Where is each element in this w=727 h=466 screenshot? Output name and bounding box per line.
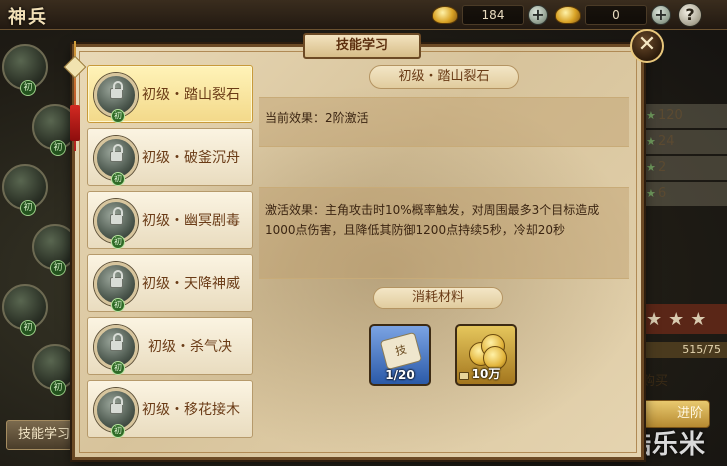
- skill-item[interactable]: 初 初级・移花接木: [87, 380, 253, 438]
- currency-ingot: 184 +: [432, 4, 548, 26]
- skill-item[interactable]: 初 初级・杀气决: [87, 317, 253, 375]
- grade-badge: 初: [111, 361, 125, 375]
- grade-badge: 初: [20, 80, 36, 96]
- skill-item[interactable]: 初 初级・幽冥剧毒: [87, 191, 253, 249]
- grade-badge: 初: [50, 140, 66, 156]
- stat-row: ★ 2: [644, 156, 727, 180]
- grade-badge: 初: [20, 320, 36, 336]
- skill-name: 初级・移花接木: [142, 402, 240, 418]
- locked-skill-icon: 初: [94, 199, 138, 249]
- lock-icon: [110, 333, 123, 351]
- locked-skill-icon: 初: [94, 73, 138, 123]
- grade-badge: 初: [111, 235, 125, 249]
- lock-icon: [110, 144, 123, 162]
- progress-text: 515/75: [640, 342, 727, 358]
- skill-name: 初级・天降神威: [142, 276, 240, 292]
- add-currency-button[interactable]: +: [528, 5, 548, 25]
- top-bar: 神兵 184 + 0 + ?: [0, 0, 727, 30]
- lock-icon: [110, 81, 123, 99]
- grade-badge: 初: [111, 109, 125, 123]
- grade-badge: 初: [111, 298, 125, 312]
- skill-name: 初级・踏山裂石: [142, 87, 240, 103]
- gold-ingot-icon: [555, 6, 581, 24]
- star-icon: ★: [646, 187, 656, 200]
- skill-scroll-icon: 技: [379, 331, 423, 371]
- currency-amount: 184: [462, 5, 524, 25]
- locked-skill-icon: 初: [94, 388, 138, 438]
- background-skill-orb: 初: [2, 44, 48, 96]
- skill-item[interactable]: 初 初级・踏山裂石: [87, 65, 253, 123]
- background-skill-orb: 初: [2, 164, 48, 216]
- buy-link: 购买: [642, 374, 669, 389]
- help-icon[interactable]: ?: [678, 3, 702, 27]
- skill-item[interactable]: 初 初级・破釜沉舟: [87, 128, 253, 186]
- star-icon: ★: [646, 161, 656, 174]
- star-icon: ★: [668, 308, 685, 330]
- currency-amount: 0: [585, 5, 647, 25]
- locked-skill-icon: 初: [94, 325, 138, 375]
- currency-bound-ingot: 0 +: [555, 4, 671, 26]
- stat-row: ★ 6: [644, 182, 727, 206]
- activation-effect: 激活效果：主角攻击时10%概率触发，对周围最多3个目标造成1000点伤害，且降低…: [259, 187, 629, 279]
- skill-item[interactable]: 初 初级・天降神威: [87, 254, 253, 312]
- material-count: 10万: [471, 367, 501, 381]
- star-icon: ★: [646, 109, 656, 122]
- star-icon: ★: [646, 135, 656, 148]
- background-stats-column: ★ 120 ★ 24 ★ 2 ★ 6 ★ ★ ★ 515/75 购买 进阶: [640, 34, 727, 466]
- skill-detail-panel: 初级・踏山裂石 当前效果：2阶激活 激活效果：主角攻击时10%概率触发，对周围最…: [259, 59, 629, 445]
- lock-icon: [110, 270, 123, 288]
- stat-row: ★ 24: [644, 130, 727, 154]
- skill-name: 初级・杀气决: [148, 339, 232, 355]
- materials-label: 消耗材料: [373, 287, 503, 309]
- tassel-ornament: [63, 41, 87, 171]
- dialog-title: 技能学习: [303, 33, 421, 59]
- current-effect: 当前效果：2阶激活: [259, 97, 629, 147]
- close-button[interactable]: ✕: [630, 29, 664, 63]
- skill-list: 初 初级・踏山裂石 初 初级・破釜沉舟 初 初级・幽冥剧毒 初 初级・天降神威: [87, 65, 255, 445]
- skill-scroll-item[interactable]: 技 1/20: [369, 324, 431, 386]
- skill-name: 初级・破釜沉舟: [142, 150, 240, 166]
- lock-icon: [110, 207, 123, 225]
- page-title: 神兵: [8, 7, 48, 28]
- grade-badge: 初: [50, 380, 66, 396]
- grade-badge: 初: [50, 260, 66, 276]
- add-currency-button[interactable]: +: [651, 5, 671, 25]
- grade-badge: 初: [111, 424, 125, 438]
- material-count: 1/20: [385, 368, 415, 382]
- grade-badge: 初: [111, 172, 125, 186]
- skill-learning-dialog: 技能学习 ✕ 初 初级・踏山裂石 初 初级・破釜沉舟 初 初级・幽冥剧毒 初 初…: [63, 29, 664, 460]
- skill-detail-title: 初级・踏山裂石: [369, 65, 519, 89]
- lock-icon: [110, 396, 123, 414]
- gold-ingot-icon: [432, 6, 458, 24]
- gold-coins-item[interactable]: 10万: [455, 324, 517, 386]
- star-rating: ★ ★ ★: [640, 304, 727, 334]
- star-icon: ★: [646, 308, 663, 330]
- stat-row: ★ 120: [644, 104, 727, 128]
- skill-name: 初级・幽冥剧毒: [142, 213, 240, 229]
- background-learn-button: 技能学习: [6, 420, 82, 450]
- locked-skill-icon: 初: [94, 262, 138, 312]
- star-icon: ★: [690, 308, 707, 330]
- background-skill-orb: 初: [2, 284, 48, 336]
- grade-badge: 初: [20, 200, 36, 216]
- locked-skill-icon: 初: [94, 136, 138, 186]
